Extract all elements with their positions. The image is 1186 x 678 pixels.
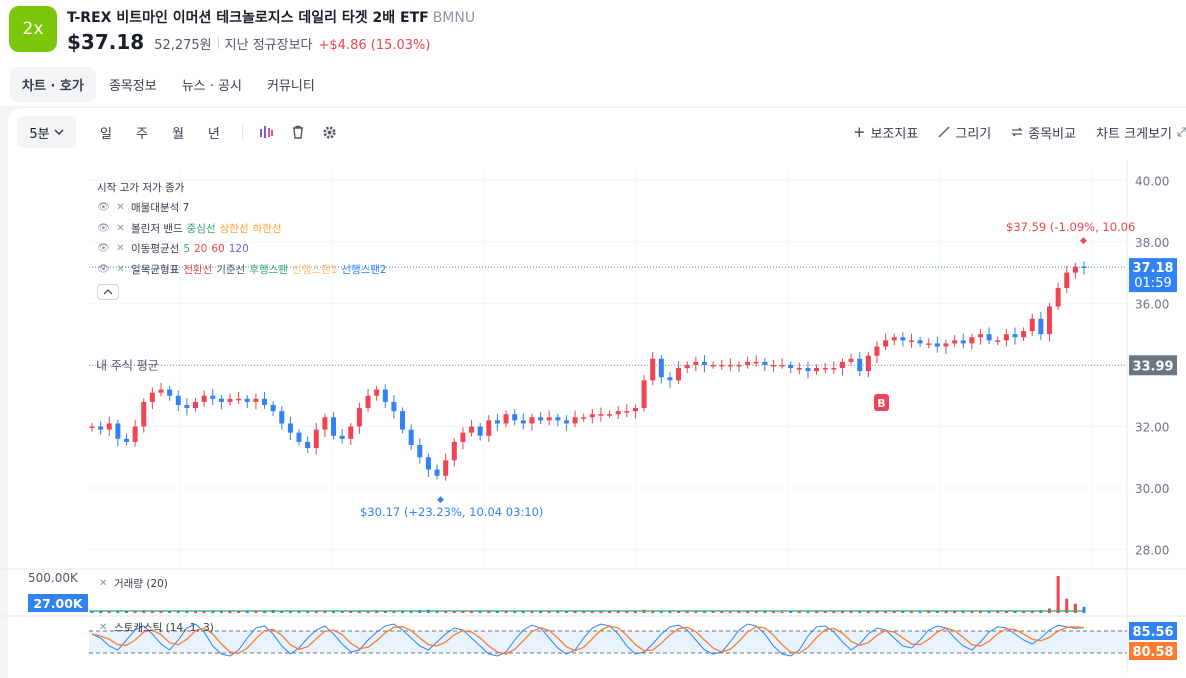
chevron-down-icon <box>54 129 64 136</box>
indicator-legend: 시작 고가 저가 종가 👁 ✕ 매물대분석 7 👁 ✕ 볼린저 밴드 중심선 상… <box>97 177 387 300</box>
legend-ichimoku: 👁 ✕ 일목균형표 전환선 기준선 후행스팬 선행스팬1 선행스팬2 <box>97 259 387 280</box>
close-icon[interactable]: ✕ <box>114 242 127 255</box>
stock-name: T-REX 비트마인 이머션 테크놀로지스 데일리 타겟 2배 ETF <box>67 10 429 26</box>
draw-button[interactable]: 그리기 <box>938 123 991 142</box>
ma-label: 이동평균선 <box>131 243 180 256</box>
indicator-bars-icon[interactable] <box>257 123 275 141</box>
price-row: $37.18 52,275원 지난 정규장보다 +$4.86 (15.03%) <box>67 30 430 54</box>
bollinger-mid: 중심선 <box>186 222 216 235</box>
timeframe-select[interactable]: 5분 <box>17 116 76 148</box>
indicators-button[interactable]: + 보조지표 <box>853 123 918 142</box>
period-month[interactable]: 월 <box>172 123 184 142</box>
trash-icon[interactable] <box>289 123 307 141</box>
ichimoku-leading2: 선행스팬2 <box>341 263 387 276</box>
current-price: $37.18 <box>67 30 145 54</box>
compare-label: 지난 정규장보다 <box>224 38 313 53</box>
swap-icon <box>1011 127 1023 137</box>
chevron-up-icon <box>103 288 113 294</box>
fullscreen-label: 차트 크게보기 <box>1096 126 1172 142</box>
legend-bollinger: 👁 ✕ 볼린저 밴드 중심선 상한선 하한선 <box>97 218 387 239</box>
main-tabs: 차트 · 호가 종목정보 뉴스 · 공시 커뮤니티 <box>0 62 1186 106</box>
price-change: +$4.86 (15.03%) <box>318 38 431 53</box>
toolbar-right: + 보조지표 그리기 종목비교 차트 크게보기 <box>853 115 1186 149</box>
stock-header: 2x T-REX 비트마인 이머션 테크놀로지스 데일리 타겟 2배 ETF BM… <box>0 0 1186 62</box>
close-icon[interactable]: ✕ <box>114 222 127 235</box>
compare-button[interactable]: 종목비교 <box>1011 123 1076 142</box>
ma-5: 5 <box>183 242 190 255</box>
tab-stock-info[interactable]: 종목정보 <box>97 67 169 102</box>
compare-label: 종목비교 <box>1028 126 1077 142</box>
stock-title: T-REX 비트마인 이머션 테크놀로지스 데일리 타겟 2배 ETF BMNU <box>67 7 475 27</box>
volume-profile-label: 매물대분석 7 <box>131 202 190 215</box>
timeframe-label: 5분 <box>29 126 50 142</box>
draw-label: 그리기 <box>955 126 992 142</box>
close-icon[interactable]: ✕ <box>114 201 127 214</box>
ichimoku-label: 일목균형표 <box>131 263 180 276</box>
indicators-label: 보조지표 <box>870 126 919 142</box>
ohlc-label: 시작 고가 저가 종가 <box>97 181 185 194</box>
eye-icon[interactable]: 👁 <box>97 201 110 214</box>
toolbar-divider <box>241 124 243 140</box>
plus-icon: + <box>852 123 866 141</box>
ma-20: 20 <box>194 242 208 255</box>
eye-icon[interactable]: 👁 <box>97 263 110 276</box>
period-week[interactable]: 주 <box>136 123 148 142</box>
eye-icon[interactable]: 👁 <box>97 242 110 255</box>
ichimoku-conversion: 전환선 <box>183 263 213 276</box>
close-icon[interactable]: ✕ <box>114 263 127 276</box>
stock-ticker: BMNU <box>432 10 476 26</box>
divider <box>217 37 219 49</box>
bollinger-upper: 상한선 <box>219 222 249 235</box>
expand-icon <box>1177 127 1186 137</box>
period-day[interactable]: 일 <box>100 123 112 142</box>
legend-ohlc: 시작 고가 저가 종가 <box>97 177 387 198</box>
bollinger-lower: 하한선 <box>252 222 282 235</box>
tab-chart-orderbook[interactable]: 차트 · 호가 <box>10 66 96 102</box>
ichimoku-base: 기준선 <box>216 263 246 276</box>
ichimoku-lagging: 후행스팬 <box>249 263 288 276</box>
gear-icon[interactable] <box>321 123 339 141</box>
period-year[interactable]: 년 <box>208 123 220 142</box>
eye-icon[interactable]: 👁 <box>97 222 110 235</box>
pencil-icon <box>938 126 950 138</box>
legend-ma: 👁 ✕ 이동평균선 5 20 60 120 <box>97 239 387 260</box>
ma-120: 120 <box>228 242 249 255</box>
tab-news[interactable]: 뉴스 · 공시 <box>170 67 254 102</box>
tab-community[interactable]: 커뮤니티 <box>255 67 327 102</box>
krw-price: 52,275원 <box>154 38 212 53</box>
ichimoku-leading1: 선행스팬1 <box>291 263 338 276</box>
ma-60: 60 <box>211 242 225 255</box>
legend-collapse-button[interactable] <box>97 283 119 300</box>
leverage-logo: 2x <box>9 6 57 52</box>
chart-toolbar: 5분 일 주 월 년 + 보조지표 그리기 종목비교 차트 크게보기 <box>17 115 1186 149</box>
bollinger-label: 볼린저 밴드 <box>131 222 183 235</box>
fullscreen-button[interactable]: 차트 크게보기 <box>1096 123 1186 142</box>
legend-volume-profile: 👁 ✕ 매물대분석 7 <box>97 198 387 219</box>
